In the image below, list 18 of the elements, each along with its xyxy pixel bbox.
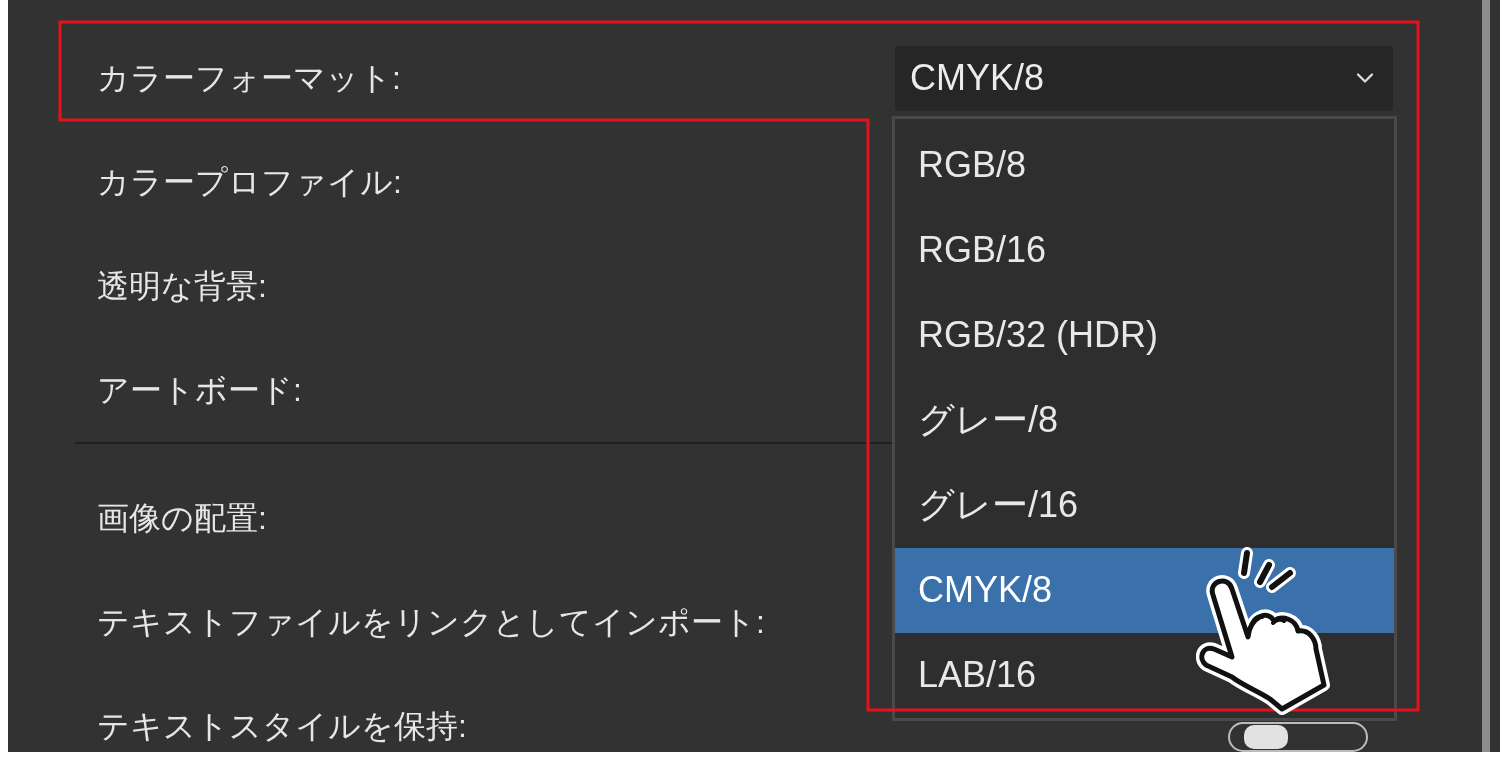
dropdown-option[interactable]: RGB/16 <box>895 207 1394 293</box>
setting-label: カラープロファイル: <box>97 166 402 198</box>
dropdown-option[interactable]: RGB/32 (HDR) <box>895 292 1394 378</box>
setting-label: 画像の配置: <box>97 502 267 534</box>
color-format-dropdown[interactable]: CMYK/8 <box>895 45 1393 111</box>
setting-label: 透明な背景: <box>97 270 267 302</box>
toggle-thumb <box>1244 725 1288 749</box>
setting-label: アートボード: <box>97 374 302 406</box>
dropdown-option[interactable]: LAB/16 <box>895 632 1394 718</box>
setting-label: カラーフォーマット: <box>97 62 401 94</box>
dropdown-option[interactable]: グレー/8 <box>895 377 1394 463</box>
toggle-switch[interactable] <box>1228 722 1368 752</box>
setting-label: テキストスタイルを保持: <box>97 710 467 742</box>
scrollbar[interactable] <box>1482 0 1490 752</box>
dropdown-option[interactable]: RGB/8 <box>895 122 1394 208</box>
dropdown-option[interactable]: グレー/16 <box>895 462 1394 548</box>
setting-label: テキストファイルをリンクとしてインポート: <box>97 606 765 638</box>
dropdown-option[interactable]: CMYK/8 <box>895 547 1394 633</box>
